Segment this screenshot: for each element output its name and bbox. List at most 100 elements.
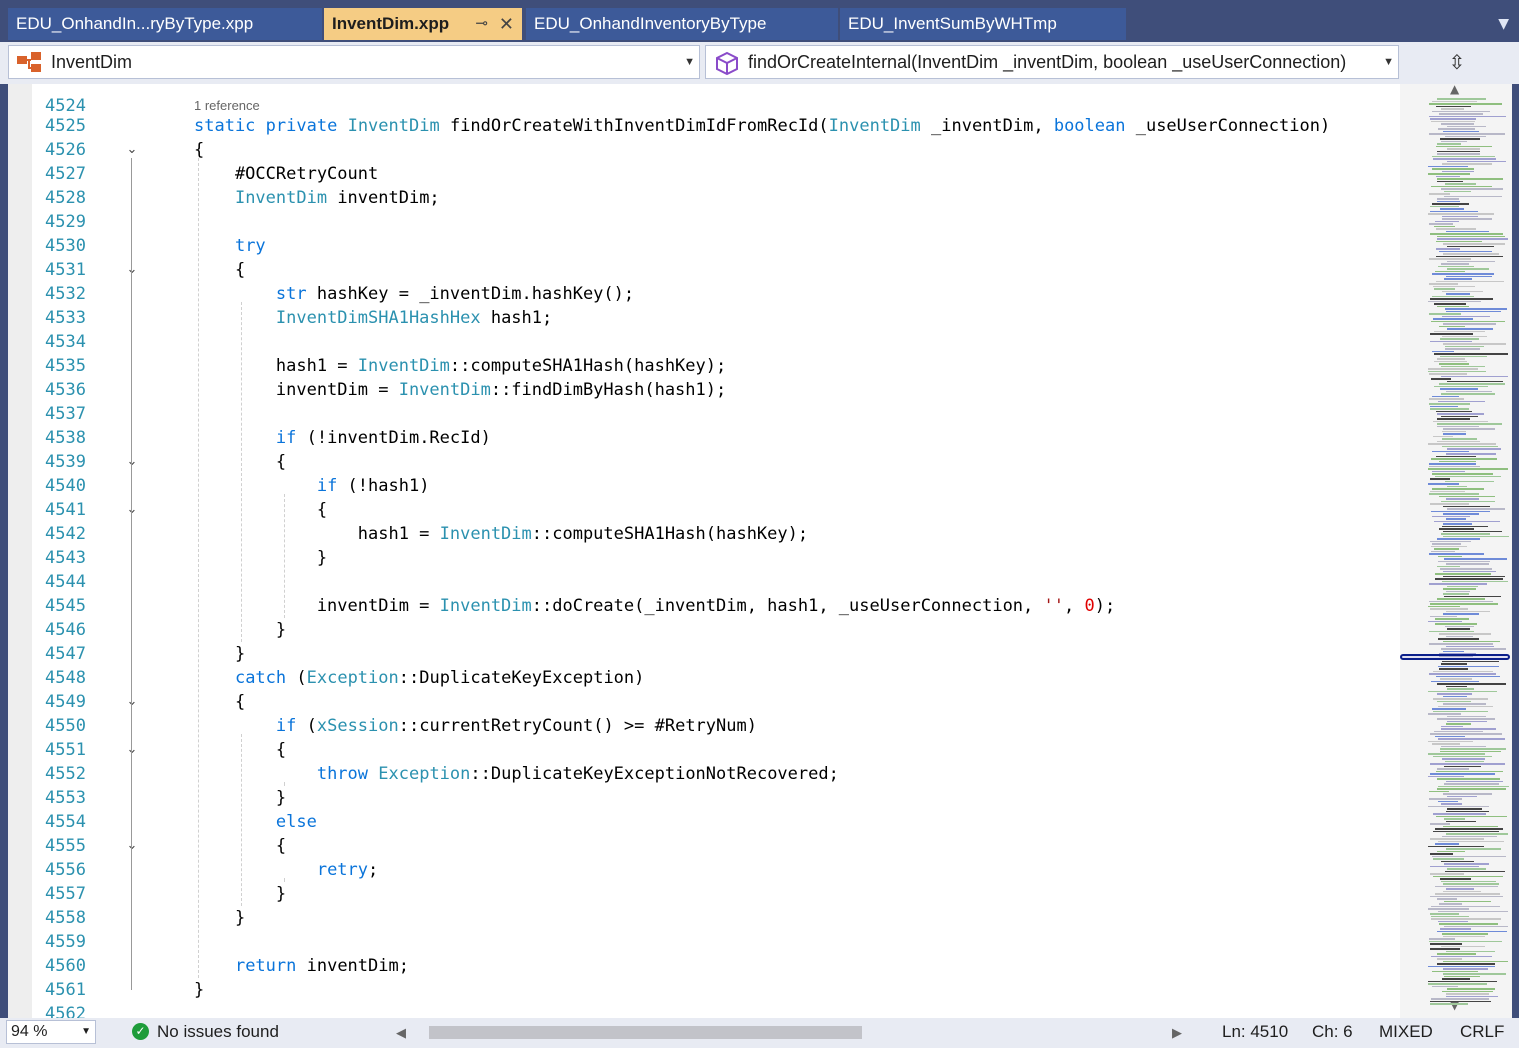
tab-edu-onhand-inventory[interactable]: EDU_OnhandInventoryByType <box>526 8 838 40</box>
code-line[interactable]: 4536 inventDim = InventDim::findDimByHas… <box>8 378 1400 402</box>
triangle-up-icon[interactable]: ▲ <box>1450 84 1459 96</box>
minimap-line <box>1446 498 1479 500</box>
line-indicator[interactable]: Ln: 4510 <box>1222 1018 1288 1046</box>
minimap-line <box>1436 410 1472 412</box>
document-tab-bar: EDU_OnhandIn...ryByType.xpp InventDim.xp… <box>0 0 1519 42</box>
reference-codelens[interactable]: 1 reference <box>194 98 260 113</box>
minimap-line <box>1446 635 1473 637</box>
minimap-line <box>1439 113 1483 115</box>
minimap-line <box>1433 285 1475 287</box>
code-line[interactable]: 4546 } <box>8 618 1400 642</box>
code-line[interactable]: 4547 } <box>8 642 1400 666</box>
code-token: hashKey = _inventDim.hashKey(); <box>306 284 635 304</box>
code-line[interactable]: 4540 if (!hash1) <box>8 474 1400 498</box>
code-line[interactable]: 4560 return inventDim; <box>8 954 1400 978</box>
collapse-chevron-icon[interactable]: ⌄ <box>124 690 140 714</box>
split-editor-icon[interactable]: ⇳ <box>1402 45 1512 79</box>
code-line[interactable]: 4534 <box>8 330 1400 354</box>
close-icon[interactable]: ✕ <box>499 8 514 40</box>
code-line[interactable]: 4529 <box>8 210 1400 234</box>
chevron-down-icon: ▼ <box>684 56 695 68</box>
collapse-chevron-icon[interactable]: ⌄ <box>124 138 140 162</box>
minimap-line <box>1429 313 1461 315</box>
collapse-chevron-icon[interactable]: ⌄ <box>124 450 140 474</box>
horizontal-scrollbar[interactable]: ◀ ▶ <box>396 1024 1186 1040</box>
minimap-line <box>1436 815 1507 817</box>
code-line[interactable]: 4551 ⌄ { <box>8 738 1400 762</box>
scroll-right-icon[interactable]: ▶ <box>1172 1019 1182 1047</box>
code-token: Exception <box>306 668 399 688</box>
line-number: 4546 <box>45 620 86 640</box>
code-line[interactable]: 4532 str hashKey = _inventDim.hashKey(); <box>8 282 1400 306</box>
collapse-chevron-icon[interactable]: ⌄ <box>124 834 140 858</box>
code-line[interactable]: 4545 inventDim = InventDim::doCreate(_in… <box>8 594 1400 618</box>
member-dropdown[interactable]: findOrCreateInternal(InventDim _inventDi… <box>705 45 1399 79</box>
code-line[interactable]: 4525 static private InventDim findOrCreat… <box>8 114 1400 138</box>
collapse-chevron-icon[interactable]: ⌄ <box>124 258 140 282</box>
pin-icon[interactable]: ⊸ <box>475 8 488 40</box>
code-line[interactable]: 4528 InventDim inventDim; <box>8 186 1400 210</box>
tab-inventdim-xpp[interactable]: InventDim.xpp ⊸ ✕ <box>324 8 522 40</box>
tab-edu-onhand-xpp[interactable]: EDU_OnhandIn...ryByType.xpp <box>8 8 322 40</box>
line-number: 4539 <box>45 452 86 472</box>
tab-edu-inventsum[interactable]: EDU_InventSumByWHTmp <box>840 8 1126 40</box>
encoding-indicator[interactable]: MIXED <box>1379 1018 1433 1046</box>
code-line[interactable]: 4526 ⌄ { <box>8 138 1400 162</box>
minimap-viewport-indicator[interactable] <box>1400 654 1510 660</box>
check-circle-icon[interactable]: ✓ <box>132 1023 149 1040</box>
minimap-line <box>1430 948 1460 950</box>
fold-region-line <box>131 518 132 558</box>
minimap-line <box>1432 203 1469 205</box>
class-dropdown[interactable]: InventDim ▼ <box>8 45 700 79</box>
code-line[interactable]: 4557 } <box>8 882 1400 906</box>
code-line[interactable]: 4535 hash1 = InventDim::computeSHA1Hash(… <box>8 354 1400 378</box>
code-line[interactable]: 4541 ⌄ { <box>8 498 1400 522</box>
code-minimap[interactable]: ▲ ▼ <box>1400 84 1512 1018</box>
code-line[interactable]: 4550 if (xSession::currentRetryCount() >… <box>8 714 1400 738</box>
indent-guide <box>284 494 285 618</box>
code-line[interactable]: 4533 InventDimSHA1HashHex hash1; <box>8 306 1400 330</box>
code-line[interactable]: 4556 retry; <box>8 858 1400 882</box>
code-line[interactable]: 4530 try <box>8 234 1400 258</box>
minimap-line <box>1441 415 1478 417</box>
minimap-line <box>1447 448 1501 450</box>
code-line[interactable]: 4559 <box>8 930 1400 954</box>
code-line[interactable]: 4558 } <box>8 906 1400 930</box>
code-line[interactable]: 4549 ⌄ { <box>8 690 1400 714</box>
code-line[interactable]: 4562 <box>8 1002 1400 1018</box>
collapse-chevron-icon[interactable]: ⌄ <box>124 498 140 522</box>
code-line[interactable]: 4538 if (!inventDim.RecId) <box>8 426 1400 450</box>
fold-region-line <box>131 854 132 894</box>
column-indicator[interactable]: Ch: 6 <box>1312 1018 1353 1046</box>
code-line[interactable]: 4539 ⌄ { <box>8 450 1400 474</box>
code-line[interactable]: 4552 throw Exception::DuplicateKeyExcept… <box>8 762 1400 786</box>
scrollbar-thumb[interactable] <box>429 1026 862 1039</box>
code-line[interactable]: 4553 } <box>8 786 1400 810</box>
issues-status[interactable]: No issues found <box>157 1018 279 1046</box>
code-line[interactable]: 4554 else <box>8 810 1400 834</box>
code-line[interactable]: 4537 <box>8 402 1400 426</box>
code-line[interactable]: 4544 <box>8 570 1400 594</box>
code-line[interactable]: 4543 } <box>8 546 1400 570</box>
minimap-line <box>1444 925 1508 927</box>
line-ending-indicator[interactable]: CRLF <box>1460 1018 1504 1046</box>
minimap-line <box>1440 338 1479 340</box>
zoom-dropdown[interactable]: 94 % ▼ <box>6 1020 96 1044</box>
code-token: ::currentRetryCount() >= #RetryNum) <box>398 716 757 736</box>
collapse-chevron-icon[interactable]: ⌄ <box>124 738 140 762</box>
scroll-left-icon[interactable]: ◀ <box>396 1019 406 1047</box>
code-line[interactable]: 4542 hash1 = InventDim::computeSHA1Hash(… <box>8 522 1400 546</box>
minimap-line <box>1442 170 1474 172</box>
code-line[interactable]: 4548 catch (Exception::DuplicateKeyExcep… <box>8 666 1400 690</box>
minimap-line <box>1446 995 1498 997</box>
minimap-line <box>1439 460 1476 462</box>
code-line[interactable]: 4561} <box>8 978 1400 1002</box>
code-line[interactable]: 4531 ⌄ { <box>8 258 1400 282</box>
minimap-line <box>1446 563 1489 565</box>
code-editor[interactable]: 4524 1 reference 4525 static private Inve… <box>8 84 1400 1018</box>
minimap-line <box>1435 220 1459 222</box>
code-line[interactable]: 4527 #OCCRetryCount <box>8 162 1400 186</box>
chevron-down-icon[interactable]: ▼ <box>1498 16 1509 32</box>
code-line[interactable]: 4555 ⌄ { <box>8 834 1400 858</box>
